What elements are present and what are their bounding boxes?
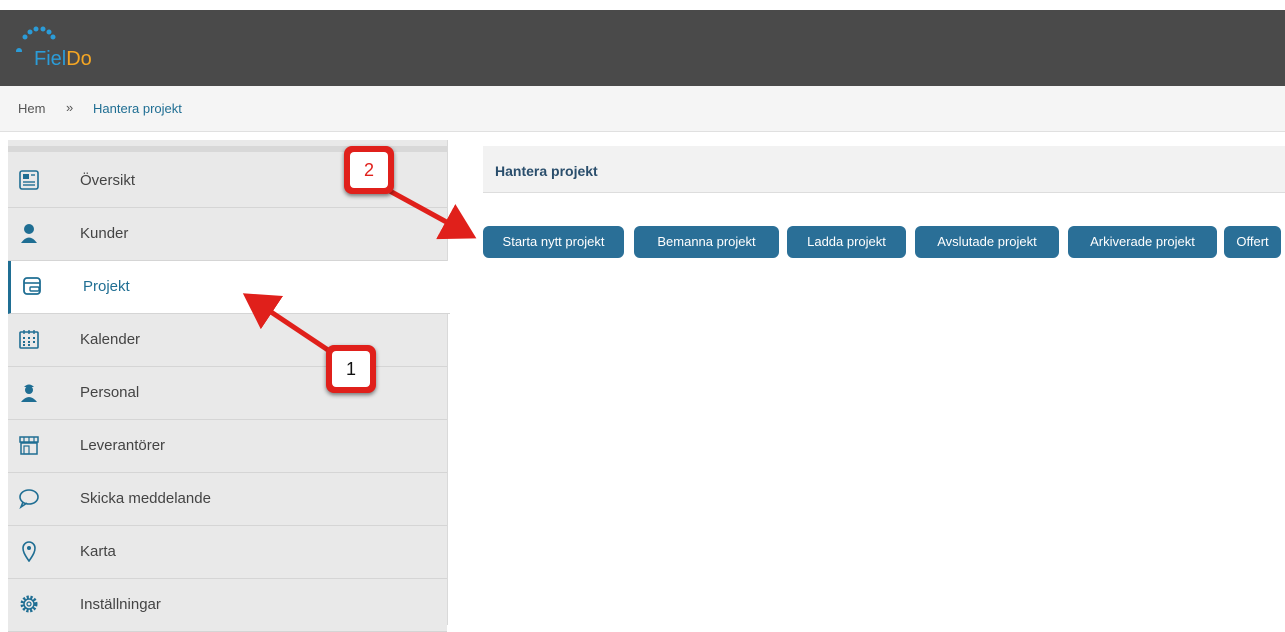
- sidebar-item-installningar[interactable]: Inställningar: [8, 579, 447, 632]
- breadcrumb: Hem » Hantera projekt: [0, 86, 1285, 132]
- sidebar-item-label: Kalender: [80, 331, 141, 348]
- load-project-button[interactable]: Ladda projekt: [787, 226, 906, 258]
- callout-number: 1: [332, 351, 370, 387]
- gear-icon: [18, 593, 40, 615]
- map-pin-icon: [18, 540, 40, 563]
- sidebar-item-karta[interactable]: Karta: [8, 526, 447, 579]
- sidebar-item-kalender[interactable]: Kalender: [8, 314, 447, 367]
- sidebar-item-label: Skicka meddelande: [80, 490, 211, 507]
- callout-2: 2: [344, 146, 394, 194]
- sidebar-item-label: Personal: [80, 384, 140, 401]
- page-title-bar: Hantera projekt: [483, 146, 1285, 193]
- sidebar-item-label: Leverantörer: [80, 437, 166, 454]
- sidebar-item-personal[interactable]: Personal: [8, 367, 447, 420]
- breadcrumb-separator: »: [66, 100, 74, 115]
- sidebar-item-label: Inställningar: [80, 596, 161, 613]
- sidebar-item-kunder[interactable]: Kunder: [8, 208, 447, 261]
- sidebar-item-label: Projekt: [83, 278, 130, 295]
- breadcrumb-home[interactable]: Hem: [18, 101, 45, 116]
- top-strip: [0, 0, 1285, 10]
- staff-project-button[interactable]: Bemanna projekt: [634, 226, 779, 258]
- logo-text-left: Fiel: [34, 48, 67, 70]
- callout-number: 2: [350, 152, 388, 188]
- sidebar-item-leverantorer[interactable]: Leverantörer: [8, 420, 447, 473]
- calendar-icon: [18, 328, 40, 350]
- chat-bubble-icon: [18, 487, 40, 510]
- store-icon: [18, 434, 40, 456]
- sidebar-item-label: Översikt: [80, 172, 136, 189]
- logo-text: FielDo: [34, 48, 92, 71]
- sidebar-item-projekt[interactable]: Projekt: [8, 261, 450, 314]
- staff-icon: [18, 381, 40, 403]
- start-new-project-button[interactable]: Starta nytt projekt: [483, 226, 624, 258]
- finished-projects-button[interactable]: Avslutade projekt: [915, 226, 1059, 258]
- project-icon: [21, 275, 43, 297]
- app-header: FielDo: [0, 10, 1285, 86]
- breadcrumb-current[interactable]: Hantera projekt: [93, 101, 182, 116]
- archived-projects-button[interactable]: Arkiverade projekt: [1068, 226, 1217, 258]
- logo-text-right: Do: [66, 48, 92, 70]
- sidebar-item-skicka-meddelande[interactable]: Skicka meddelande: [8, 473, 447, 526]
- overview-icon: [18, 169, 40, 191]
- customer-icon: [18, 222, 40, 244]
- callout-1: 1: [326, 345, 376, 393]
- sidebar-item-label: Karta: [80, 543, 116, 560]
- quote-button[interactable]: Offert: [1224, 226, 1281, 258]
- page-title: Hantera projekt: [495, 163, 598, 179]
- fieldo-logo[interactable]: FielDo: [12, 22, 132, 76]
- sidebar: Översikt Kunder Projekt Kalender Persona…: [8, 140, 450, 632]
- sidebar-item-label: Kunder: [80, 225, 129, 242]
